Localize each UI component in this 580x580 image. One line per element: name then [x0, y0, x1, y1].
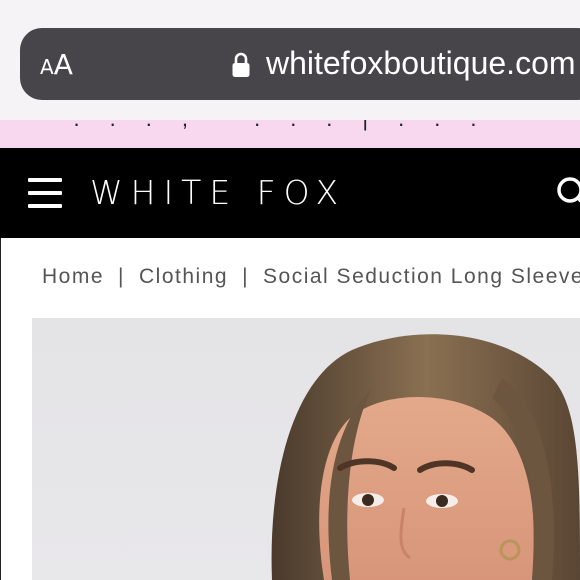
address-bar[interactable]: AA whitefoxboutique.com: [20, 28, 580, 100]
text-size-button[interactable]: AA: [40, 48, 73, 81]
browser-bar: AA whitefoxboutique.com: [0, 0, 580, 120]
promo-text: ..., ...|...: [0, 120, 580, 132]
menu-button[interactable]: [28, 178, 62, 208]
url-text: whitefoxboutique.com: [266, 45, 576, 81]
hamburger-icon-line: [28, 204, 62, 208]
search-icon[interactable]: [556, 176, 580, 216]
site-header: WHITE FOX: [0, 148, 580, 238]
brand-logo[interactable]: WHITE FOX: [90, 173, 346, 212]
hamburger-icon-line: [28, 191, 62, 195]
breadcrumb-home[interactable]: Home: [42, 265, 104, 288]
text-size-small-label: A: [40, 55, 54, 79]
lock-icon: [232, 52, 250, 77]
model-photo: [271, 334, 580, 580]
breadcrumb: Home | Clothing | Social Seduction Long Slee…: [42, 265, 580, 289]
breadcrumb-current: Social Seduction Long Sleeve: [263, 265, 580, 288]
breadcrumb-separator: |: [242, 265, 250, 288]
promo-banner[interactable]: ..., ...|...: [0, 120, 580, 148]
page-edge-divider: [0, 238, 1, 580]
text-size-large-label: A: [53, 48, 73, 81]
breadcrumb-separator: |: [118, 265, 125, 288]
hamburger-icon: [28, 178, 62, 182]
product-image[interactable]: [32, 318, 580, 580]
breadcrumb-clothing[interactable]: Clothing: [139, 265, 228, 288]
